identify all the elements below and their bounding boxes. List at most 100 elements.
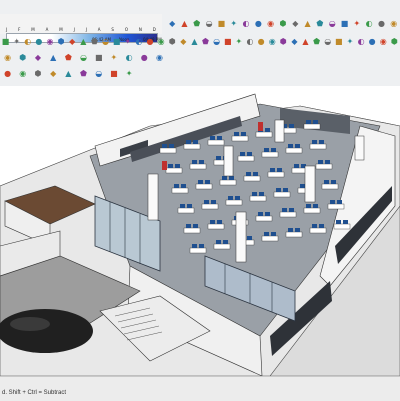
shaded-textures-icon[interactable]: ● <box>377 18 386 30</box>
section-plane-icon[interactable]: ⬢ <box>279 36 287 48</box>
freehand-icon[interactable]: ◒ <box>102 36 110 48</box>
circle-icon[interactable]: ▲ <box>79 36 87 48</box>
cube-icon[interactable]: ◆ <box>47 68 59 80</box>
rectangle-icon[interactable]: ◆ <box>68 36 76 48</box>
text-icon[interactable]: ◒ <box>213 36 221 48</box>
desk-partition <box>313 204 318 208</box>
desk-partition <box>306 204 311 208</box>
desk <box>309 143 327 150</box>
status-hint: d. Shift + Ctrl = Subtract <box>2 390 67 396</box>
shaded-icon[interactable]: ◐ <box>365 18 374 30</box>
pie-icon[interactable]: ✦ <box>108 52 120 64</box>
rotate-icon[interactable]: ◐ <box>135 36 143 48</box>
photo-textures-icon[interactable]: ⬢ <box>390 36 398 48</box>
position-camera-icon[interactable]: ◉ <box>268 36 276 48</box>
rectangle-icon[interactable]: ▲ <box>47 52 59 64</box>
layers-icon[interactable]: ▲ <box>302 36 310 48</box>
axes-icon[interactable]: ⬢ <box>32 68 44 80</box>
push-pull-icon[interactable]: ✦ <box>124 36 132 48</box>
top-view-icon[interactable]: ● <box>254 18 263 30</box>
desk-partition <box>265 212 270 216</box>
select-icon[interactable]: ◉ <box>2 52 14 64</box>
line-icon[interactable]: ⬢ <box>17 52 29 64</box>
protractor-icon[interactable]: ⬟ <box>202 36 210 48</box>
solid-icon[interactable]: ◒ <box>93 68 105 80</box>
back-edges-icon[interactable]: ◒ <box>328 18 337 30</box>
orbit-icon[interactable]: ◆ <box>168 18 177 30</box>
polygon-icon[interactable]: ⬟ <box>90 36 98 48</box>
desk-partition <box>181 184 186 188</box>
select-icon[interactable]: ■ <box>2 36 10 48</box>
front-view-icon[interactable]: ◉ <box>266 18 275 30</box>
3-point-arc-icon[interactable]: ◐ <box>123 52 135 64</box>
scale-icon[interactable]: ◉ <box>157 36 165 48</box>
hidden-line-icon[interactable]: ✦ <box>352 18 361 30</box>
desk <box>219 179 237 186</box>
eraser-icon[interactable]: ◐ <box>24 36 32 48</box>
desk-partition <box>306 120 311 124</box>
arc-icon[interactable]: ◆ <box>32 52 44 64</box>
circle-icon[interactable]: ⬟ <box>62 52 74 64</box>
dashed-line-icon[interactable]: ◉ <box>17 68 29 80</box>
move-icon[interactable]: ■ <box>113 36 121 48</box>
warehouse-icon[interactable]: ■ <box>335 36 343 48</box>
pan-icon[interactable]: ▲ <box>180 18 189 30</box>
outliner-icon[interactable]: ◆ <box>290 36 298 48</box>
iso-view-icon[interactable]: ◐ <box>241 18 250 30</box>
extension-icon[interactable]: ✦ <box>346 36 354 48</box>
desk <box>321 183 339 190</box>
cube-alt-icon[interactable]: ▲ <box>62 68 74 80</box>
desk-partition <box>270 168 275 172</box>
select-icon[interactable]: ● <box>2 68 14 80</box>
offset-icon[interactable]: ⬢ <box>168 36 176 48</box>
back-view-icon[interactable]: ◆ <box>291 18 300 30</box>
left-view-icon[interactable]: ▲ <box>303 18 312 30</box>
zoom-icon[interactable]: ⬟ <box>192 18 201 30</box>
freehand-icon[interactable]: ◉ <box>153 52 165 64</box>
paint-bucket-icon[interactable]: ● <box>35 36 43 48</box>
desk <box>183 143 201 150</box>
cloud-upload-icon[interactable]: ■ <box>108 68 120 80</box>
office-floor-model[interactable] <box>0 86 400 376</box>
desk-partition <box>228 196 233 200</box>
walk-icon[interactable]: ◐ <box>246 36 254 48</box>
zoom-window-icon[interactable]: ◒ <box>205 18 214 30</box>
right-view-icon[interactable]: ⬢ <box>278 18 287 30</box>
follow-me-icon[interactable]: ● <box>146 36 154 48</box>
camera-toolbar: ◆ ▲ ⬟ ◒ ■ ✦ ◐ ● ◉ ⬢ ◆ ▲ ⬟ ◒ ■ ✦ ◐ ● ◉ <box>166 14 400 34</box>
desk <box>171 187 189 194</box>
tape-measure-icon[interactable]: ◆ <box>179 36 187 48</box>
desk-partition <box>288 228 293 232</box>
wireframe-icon[interactable]: ■ <box>340 18 349 30</box>
desk <box>189 247 207 254</box>
rotated-rectangle-icon[interactable]: ■ <box>93 52 105 64</box>
modeling-viewport[interactable] <box>0 86 400 376</box>
polygon-icon[interactable]: ◒ <box>78 52 90 64</box>
desk-partition <box>282 208 287 212</box>
make-component-icon[interactable]: ✦ <box>13 36 21 48</box>
look-around-icon[interactable]: ● <box>257 36 265 48</box>
styles-icon[interactable]: ⬟ <box>313 36 321 48</box>
axes-icon[interactable]: ■ <box>224 36 232 48</box>
desk <box>303 207 321 214</box>
2-point-arc-icon[interactable]: ● <box>138 52 150 64</box>
component-icon[interactable]: ⬟ <box>78 68 90 80</box>
cloud-download-icon[interactable]: ✦ <box>123 68 135 80</box>
monochrome-icon[interactable]: ◉ <box>389 18 398 30</box>
desk-partition <box>169 144 174 148</box>
zoom-extents-icon[interactable]: ■ <box>217 18 226 30</box>
desk-partition <box>187 204 192 208</box>
dimension-icon[interactable]: ▲ <box>190 36 198 48</box>
3d-text-icon[interactable]: ✦ <box>235 36 243 48</box>
line-icon[interactable]: ◉ <box>46 36 54 48</box>
red-accent-box <box>258 122 263 131</box>
arc-icon[interactable]: ⬢ <box>57 36 65 48</box>
desk-partition <box>234 132 239 136</box>
desk-partition <box>271 148 276 152</box>
sandbox-icon[interactable]: ◐ <box>357 36 365 48</box>
previous-view-icon[interactable]: ✦ <box>229 18 238 30</box>
xray-icon[interactable]: ⬟ <box>315 18 324 30</box>
add-location-icon[interactable]: ◉ <box>379 36 387 48</box>
solid-tools-icon[interactable]: ● <box>368 36 376 48</box>
scenes-icon[interactable]: ◒ <box>324 36 332 48</box>
